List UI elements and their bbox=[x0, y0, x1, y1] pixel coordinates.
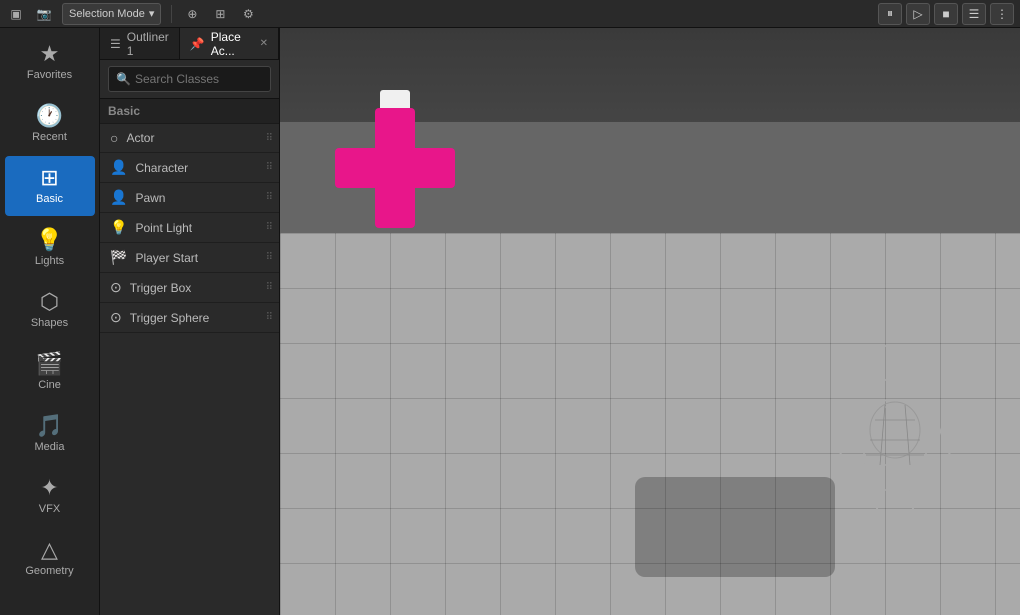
settings-button[interactable]: ⚙ bbox=[238, 4, 258, 24]
sidebar-item-cine[interactable]: 🎬 Cine bbox=[5, 342, 95, 402]
sidebar-item-media[interactable]: 🎵 Media bbox=[5, 404, 95, 464]
class-label-point-light: Point Light bbox=[135, 221, 192, 235]
place-actors-panel: ☰ Outliner 1 📌 Place Ac... ✕ 🔍 Basic ○ A… bbox=[100, 28, 280, 615]
class-item-actor[interactable]: ○ Actor ⠿ bbox=[100, 124, 279, 153]
character-icon: 👤 bbox=[110, 159, 127, 176]
sidebar-item-label-lights: Lights bbox=[35, 255, 64, 267]
stop-button[interactable]: ■ bbox=[934, 3, 958, 25]
outliner-tab-label: Outliner 1 bbox=[127, 30, 169, 58]
basic-icon: ⊞ bbox=[40, 167, 58, 189]
class-label-trigger-sphere: Trigger Sphere bbox=[130, 311, 210, 325]
tab-place-actors[interactable]: 📌 Place Ac... ✕ bbox=[180, 28, 279, 59]
play-button[interactable]: ▷ bbox=[906, 3, 930, 25]
drag-handle-point-light: ⠿ bbox=[266, 222, 273, 233]
sidebar-item-basic[interactable]: ⊞ Basic bbox=[5, 156, 95, 216]
selection-dropdown-icon: ▾ bbox=[149, 7, 155, 20]
grid-button[interactable]: ⊞ bbox=[210, 4, 230, 24]
drag-handle-character: ⠿ bbox=[266, 162, 273, 173]
floor-shadow bbox=[635, 477, 835, 577]
category-list: Basic ○ Actor ⠿ 👤 Character ⠿ 👤 Pawn ⠿ 💡… bbox=[100, 99, 279, 615]
sidebar-item-label-vfx: VFX bbox=[39, 503, 60, 515]
point-light-icon: 💡 bbox=[110, 219, 127, 236]
class-label-pawn: Pawn bbox=[135, 191, 165, 205]
sidebar-item-label-cine: Cine bbox=[38, 379, 61, 391]
class-label-player-start: Player Start bbox=[135, 251, 198, 265]
pawn-icon: 👤 bbox=[110, 189, 127, 206]
class-label-actor: Actor bbox=[126, 131, 154, 145]
drag-handle-actor: ⠿ bbox=[266, 133, 273, 144]
place-actors-tab-icon: 📌 bbox=[190, 37, 205, 51]
sidebar-item-geometry[interactable]: △ Geometry bbox=[5, 528, 95, 588]
class-item-character[interactable]: 👤 Character ⠿ bbox=[100, 153, 279, 183]
window-icon[interactable]: ▣ bbox=[6, 4, 26, 24]
class-item-pawn[interactable]: 👤 Pawn ⠿ bbox=[100, 183, 279, 213]
panel-tabs: ☰ Outliner 1 📌 Place Ac... ✕ bbox=[100, 28, 279, 60]
shapes-icon: ⬡ bbox=[40, 291, 59, 313]
console-button[interactable]: ☰ bbox=[962, 3, 986, 25]
toolbar-separator-1 bbox=[171, 5, 172, 23]
lights-icon: 💡 bbox=[36, 229, 63, 251]
sidebar-item-shapes[interactable]: ⬡ Shapes bbox=[5, 280, 95, 340]
geometry-icon: △ bbox=[41, 539, 58, 561]
class-item-trigger-box[interactable]: ⊙ Trigger Box ⠿ bbox=[100, 273, 279, 303]
top-toolbar: ▣ 📷 Selection Mode ▾ ⊕ ⊞ ⚙ ⏸ ▷ ■ ☰ ⋮ bbox=[0, 0, 1020, 28]
class-item-player-start[interactable]: 🏁 Player Start ⠿ bbox=[100, 243, 279, 273]
class-label-character: Character bbox=[135, 161, 188, 175]
tab-close-icon[interactable]: ✕ bbox=[260, 38, 268, 49]
main-area: ★ Favorites 🕐 Recent ⊞ Basic 💡 Lights ⬡ … bbox=[0, 28, 1020, 615]
sidebar: ★ Favorites 🕐 Recent ⊞ Basic 💡 Lights ⬡ … bbox=[0, 28, 100, 615]
trigger-sphere-icon: ⊙ bbox=[110, 309, 122, 326]
drag-handle-trigger-sphere: ⠿ bbox=[266, 312, 273, 323]
outliner-tab-icon: ☰ bbox=[110, 37, 121, 51]
more-button[interactable]: ⋮ bbox=[990, 3, 1014, 25]
class-item-point-light[interactable]: 💡 Point Light ⠿ bbox=[100, 213, 279, 243]
cross-horizontal bbox=[335, 148, 455, 188]
transform-button[interactable]: ⊕ bbox=[182, 4, 202, 24]
pause-button[interactable]: ⏸ bbox=[878, 3, 902, 25]
sidebar-item-recent[interactable]: 🕐 Recent bbox=[5, 94, 95, 154]
favorites-icon: ★ bbox=[40, 43, 60, 65]
sidebar-item-label-favorites: Favorites bbox=[27, 69, 72, 81]
sidebar-item-vfx[interactable]: ✦ VFX bbox=[5, 466, 95, 526]
toolbar-right-group: ⏸ ▷ ■ ☰ ⋮ bbox=[878, 3, 1014, 25]
sidebar-item-label-basic: Basic bbox=[36, 193, 63, 205]
selection-mode-button[interactable]: Selection Mode ▾ bbox=[62, 3, 161, 25]
camera-icon[interactable]: 📷 bbox=[34, 4, 54, 24]
trigger-box-icon: ⊙ bbox=[110, 279, 122, 296]
recent-icon: 🕐 bbox=[36, 105, 63, 127]
sidebar-item-label-geometry: Geometry bbox=[25, 565, 73, 577]
place-actors-tab-label: Place Ac... bbox=[211, 30, 250, 58]
actor-icon: ○ bbox=[110, 130, 118, 146]
search-bar: 🔍 bbox=[100, 60, 279, 99]
sidebar-item-label-shapes: Shapes bbox=[31, 317, 68, 329]
cine-icon: 🎬 bbox=[36, 353, 63, 375]
search-wrapper: 🔍 bbox=[108, 66, 271, 92]
class-label-trigger-box: Trigger Box bbox=[130, 281, 192, 295]
sidebar-item-label-recent: Recent bbox=[32, 131, 67, 143]
sidebar-item-label-media: Media bbox=[35, 441, 65, 453]
class-item-trigger-sphere[interactable]: ⊙ Trigger Sphere ⠿ bbox=[100, 303, 279, 333]
basic-category-header: Basic bbox=[100, 99, 279, 124]
drag-handle-trigger-box: ⠿ bbox=[266, 282, 273, 293]
sidebar-item-lights[interactable]: 💡 Lights bbox=[5, 218, 95, 278]
vfx-icon: ✦ bbox=[40, 477, 58, 499]
pink-cross-actor bbox=[335, 108, 455, 228]
search-input[interactable] bbox=[108, 66, 271, 92]
drag-handle-player-start: ⠿ bbox=[266, 252, 273, 263]
media-icon: 🎵 bbox=[36, 415, 63, 437]
sidebar-item-favorites[interactable]: ★ Favorites bbox=[5, 32, 95, 92]
drag-handle-pawn: ⠿ bbox=[266, 192, 273, 203]
player-start-icon: 🏁 bbox=[110, 249, 127, 266]
tab-outliner[interactable]: ☰ Outliner 1 bbox=[100, 28, 180, 59]
selection-mode-label: Selection Mode bbox=[69, 8, 145, 20]
character-figure bbox=[830, 345, 960, 565]
viewport[interactable] bbox=[280, 28, 1020, 615]
